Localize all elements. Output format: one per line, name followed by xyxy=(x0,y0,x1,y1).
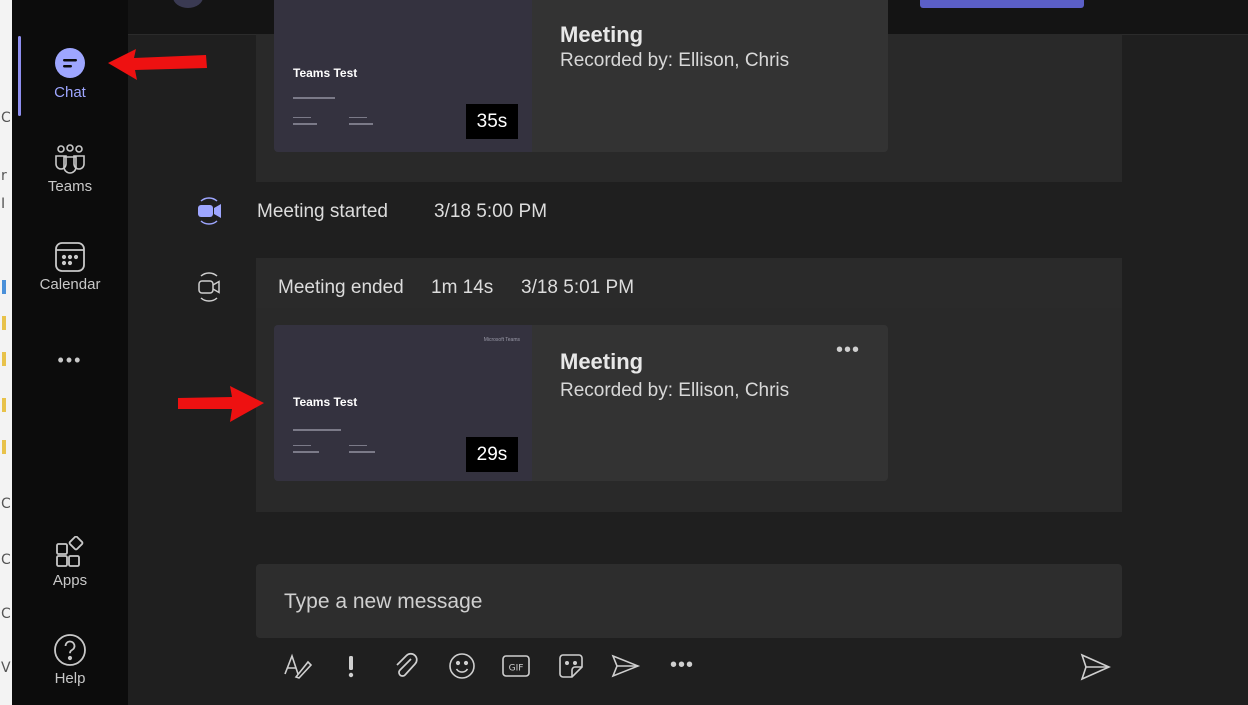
meeting-ended-text: Meeting ended xyxy=(278,277,404,298)
app-bar-label: Calendar xyxy=(39,276,101,293)
annotation-arrow-icon xyxy=(108,49,207,80)
thumbnail-detail xyxy=(349,117,367,118)
thumbnail-detail xyxy=(293,429,341,431)
compose-more-options-button[interactable]: ••• xyxy=(670,654,694,677)
message-input[interactable] xyxy=(282,582,1086,622)
svg-text:GIF: GIF xyxy=(509,664,524,674)
thumbnail-title: Teams Test xyxy=(293,66,358,80)
thumbnail-detail xyxy=(293,117,311,118)
strip-mark xyxy=(2,280,6,294)
recording-card[interactable]: Teams Test 35s Meeting Recorded by: Elli… xyxy=(274,0,888,152)
strip-mark xyxy=(2,440,6,454)
meeting-started-time: 3/18 5:00 PM xyxy=(434,201,548,222)
strip-char: V xyxy=(1,660,11,676)
app-bar-label: Apps xyxy=(52,572,88,589)
thumbnail-detail xyxy=(349,445,367,446)
thumbnail-title: Teams Test xyxy=(293,395,358,409)
strip-mark xyxy=(2,316,6,330)
strip-mark xyxy=(2,352,6,366)
thumbnail-detail xyxy=(293,451,319,453)
send-icon[interactable] xyxy=(1078,650,1112,684)
format-icon[interactable] xyxy=(282,650,314,682)
app-bar: Chat Teams Calendar ••• Apps Help xyxy=(12,0,128,705)
meeting-started-text: Meeting started xyxy=(257,201,388,222)
strip-char: C xyxy=(1,552,11,568)
app-bar-more-button[interactable]: ••• xyxy=(12,350,128,371)
schedule-meeting-icon[interactable] xyxy=(608,650,642,682)
strip-char: C xyxy=(1,496,11,512)
thumbnail-detail xyxy=(293,445,311,446)
recording-thumbnail[interactable]: Teams Test 35s xyxy=(274,0,532,152)
chat-icon xyxy=(55,48,85,78)
thumbnail-detail xyxy=(349,123,373,125)
recording-duration: 29s xyxy=(466,437,518,472)
app-bar-item-teams[interactable]: Teams xyxy=(12,144,128,195)
calendar-icon xyxy=(55,242,85,272)
recording-title: Meeting xyxy=(560,349,644,374)
apps-icon xyxy=(56,536,84,567)
emoji-icon[interactable] xyxy=(446,650,478,682)
recording-card[interactable]: Microsoft Teams Teams Test 29s Meeting R… xyxy=(274,325,888,481)
recording-subtitle: Recorded by: Ellison, Chris xyxy=(560,380,790,401)
meeting-duration: 1m 14s xyxy=(431,277,494,298)
thumbnail-detail xyxy=(293,123,317,125)
meeting-started-icon xyxy=(198,197,221,225)
recording-duration: 35s xyxy=(466,104,518,139)
app-bar-item-apps[interactable]: Apps xyxy=(12,536,128,589)
app-bar-label: Chat xyxy=(54,84,86,101)
thumbnail-detail xyxy=(349,451,375,453)
thumbnail-detail xyxy=(293,97,335,99)
strip-char: C xyxy=(1,110,11,126)
recording-title: Meeting xyxy=(560,22,644,47)
annotation-arrow-icon xyxy=(178,386,264,422)
recording-subtitle: Recorded by: Ellison, Chris xyxy=(560,50,790,71)
strip-char: C xyxy=(1,606,11,622)
background-window-strip: C r I C C C V xyxy=(0,0,12,705)
strip-char: r xyxy=(1,168,7,184)
recording-thumbnail[interactable]: Microsoft Teams Teams Test 29s xyxy=(274,325,532,481)
compose-box xyxy=(256,564,1122,638)
meeting-ended-time: 3/18 5:01 PM xyxy=(521,277,635,298)
strip-mark xyxy=(2,398,6,412)
meeting-ended-icon xyxy=(198,272,220,302)
top-bar-button[interactable] xyxy=(920,0,1084,8)
app-bar-item-calendar[interactable]: Calendar xyxy=(12,240,128,293)
app-bar-label: Teams xyxy=(47,178,93,195)
more-options-button[interactable]: ••• xyxy=(836,339,860,362)
important-icon[interactable] xyxy=(340,650,362,682)
help-icon xyxy=(54,634,86,666)
teams-icon xyxy=(55,144,85,174)
sticker-icon[interactable] xyxy=(555,650,587,682)
thumbnail-brand: Microsoft Teams xyxy=(483,337,520,343)
attach-icon[interactable] xyxy=(392,650,420,682)
avatar[interactable] xyxy=(173,0,203,8)
strip-char: I xyxy=(1,196,6,212)
app-bar-item-help[interactable]: Help xyxy=(12,632,128,687)
app-bar-label: Help xyxy=(54,670,86,687)
gif-icon[interactable]: GIF xyxy=(500,650,532,682)
